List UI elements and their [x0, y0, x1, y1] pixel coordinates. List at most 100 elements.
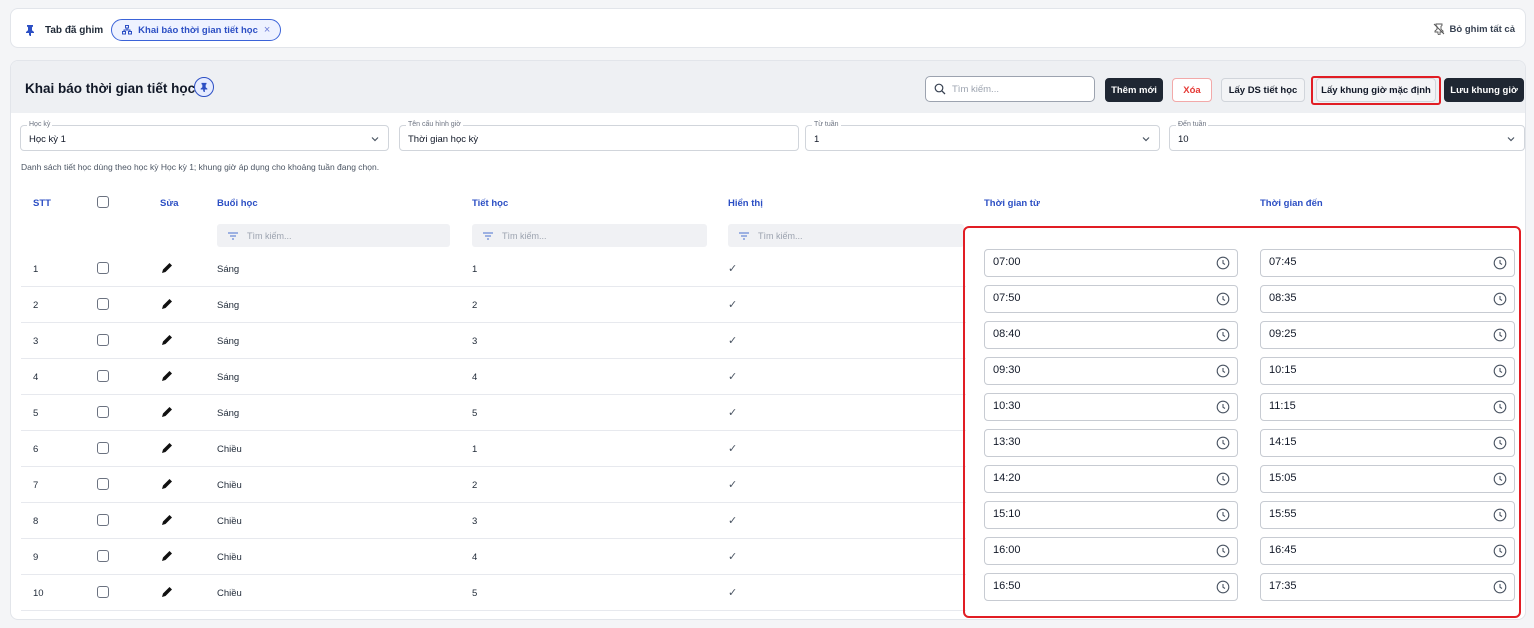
row-checkbox[interactable]: [97, 550, 109, 562]
unpin-all-label: Bỏ ghim tất cả: [1449, 23, 1515, 35]
search-input[interactable]: [952, 83, 1082, 95]
row-stt: 3: [33, 336, 39, 347]
pencil-icon[interactable]: [160, 405, 174, 419]
time-to-input[interactable]: [1269, 364, 1429, 376]
clock-icon[interactable]: [1493, 400, 1507, 414]
row-period: 4: [472, 372, 478, 383]
row-checkbox[interactable]: [97, 586, 109, 598]
time-to-input[interactable]: [1269, 400, 1429, 412]
row-stt: 10: [33, 588, 44, 599]
time-from-input[interactable]: [993, 544, 1153, 556]
time-from-input[interactable]: [993, 328, 1153, 340]
row-stt: 8: [33, 516, 39, 527]
clock-icon[interactable]: [1493, 508, 1507, 522]
clock-icon[interactable]: [1493, 472, 1507, 486]
clock-icon[interactable]: [1493, 436, 1507, 450]
time-from-input[interactable]: [993, 400, 1153, 412]
pencil-icon[interactable]: [160, 477, 174, 491]
clock-icon[interactable]: [1493, 256, 1507, 270]
visible-filter: [728, 224, 964, 247]
from-week-select[interactable]: Từ tuần 1: [805, 120, 1160, 151]
clock-icon[interactable]: [1216, 328, 1230, 342]
time-from-input[interactable]: [993, 364, 1153, 376]
close-icon[interactable]: ×: [264, 24, 270, 36]
time-from-input[interactable]: [993, 256, 1153, 268]
time-to-input[interactable]: [1269, 580, 1429, 592]
time-to-input[interactable]: [1269, 256, 1429, 268]
session-filter-input[interactable]: [247, 230, 407, 241]
get-periods-button[interactable]: Lấy DS tiết học: [1221, 78, 1305, 102]
time-from-input[interactable]: [993, 472, 1153, 484]
table-row: 5 Sáng 5 ✓: [21, 395, 966, 431]
clock-icon[interactable]: [1216, 544, 1230, 558]
semester-select[interactable]: Học kỳ Học kỳ 1: [20, 120, 389, 151]
pencil-icon[interactable]: [160, 585, 174, 599]
time-from-input[interactable]: [993, 292, 1153, 304]
time-to-field: [1260, 249, 1515, 277]
clock-icon[interactable]: [1216, 472, 1230, 486]
clock-icon[interactable]: [1216, 400, 1230, 414]
period-filter-input[interactable]: [502, 230, 662, 241]
row-checkbox[interactable]: [97, 298, 109, 310]
clock-icon[interactable]: [1216, 580, 1230, 594]
row-stt: 6: [33, 444, 39, 455]
clock-icon[interactable]: [1493, 544, 1507, 558]
clock-icon[interactable]: [1493, 328, 1507, 342]
from-week-label: Từ tuần: [812, 120, 841, 130]
time-to-input[interactable]: [1269, 508, 1429, 520]
clock-icon[interactable]: [1493, 292, 1507, 306]
pencil-icon[interactable]: [160, 513, 174, 527]
time-from-input[interactable]: [993, 580, 1153, 592]
unpin-all-button[interactable]: Bỏ ghim tất cả: [1433, 23, 1515, 35]
row-session: Sáng: [217, 336, 240, 347]
pencil-icon[interactable]: [160, 261, 174, 275]
row-checkbox[interactable]: [97, 262, 109, 274]
time-to-input[interactable]: [1269, 436, 1429, 448]
clock-icon[interactable]: [1216, 364, 1230, 378]
row-checkbox[interactable]: [97, 370, 109, 382]
clock-icon[interactable]: [1216, 436, 1230, 450]
clock-icon[interactable]: [1493, 580, 1507, 594]
row-session: Sáng: [217, 372, 240, 383]
to-week-label: Đến tuần: [1176, 120, 1209, 130]
table-row: 1 Sáng 1 ✓: [21, 251, 966, 287]
visible-filter-input[interactable]: [758, 230, 918, 241]
time-from-input[interactable]: [993, 508, 1153, 520]
config-name-field[interactable]: Tên cấu hình giờ Thời gian học kỳ: [399, 120, 799, 151]
row-stt: 9: [33, 552, 39, 563]
row-checkbox[interactable]: [97, 406, 109, 418]
time-to-input[interactable]: [1269, 544, 1429, 556]
table-row: 10 Chiều 5 ✓: [21, 575, 966, 611]
time-to-field: [1260, 465, 1515, 493]
clock-icon[interactable]: [1216, 508, 1230, 522]
save-times-button[interactable]: Lưu khung giờ: [1444, 78, 1524, 102]
time-from-field: [984, 249, 1238, 277]
pinned-tab-chip[interactable]: Khai báo thời gian tiết học ×: [111, 19, 282, 41]
to-week-select[interactable]: Đến tuần 10: [1169, 120, 1525, 151]
pencil-icon[interactable]: [160, 441, 174, 455]
header-visible: Hiển thị: [728, 198, 763, 209]
row-checkbox[interactable]: [97, 442, 109, 454]
time-to-input[interactable]: [1269, 328, 1429, 340]
select-all-checkbox[interactable]: [97, 196, 109, 208]
delete-button[interactable]: Xóa: [1172, 78, 1212, 102]
pencil-icon[interactable]: [160, 549, 174, 563]
time-to-field: [1260, 393, 1515, 421]
clock-icon[interactable]: [1493, 364, 1507, 378]
row-checkbox[interactable]: [97, 478, 109, 490]
pin-page-button[interactable]: [194, 77, 214, 97]
time-to-input[interactable]: [1269, 292, 1429, 304]
clock-icon[interactable]: [1216, 256, 1230, 270]
time-to-input[interactable]: [1269, 472, 1429, 484]
pencil-icon[interactable]: [160, 333, 174, 347]
time-to-field: [1260, 429, 1515, 457]
time-from-input[interactable]: [993, 436, 1153, 448]
clock-icon[interactable]: [1216, 292, 1230, 306]
table-row: 6 Chiều 1 ✓: [21, 431, 966, 467]
pencil-icon[interactable]: [160, 297, 174, 311]
add-button[interactable]: Thêm mới: [1105, 78, 1163, 102]
pencil-icon[interactable]: [160, 369, 174, 383]
row-checkbox[interactable]: [97, 514, 109, 526]
filter-icon: [739, 231, 749, 240]
row-checkbox[interactable]: [97, 334, 109, 346]
